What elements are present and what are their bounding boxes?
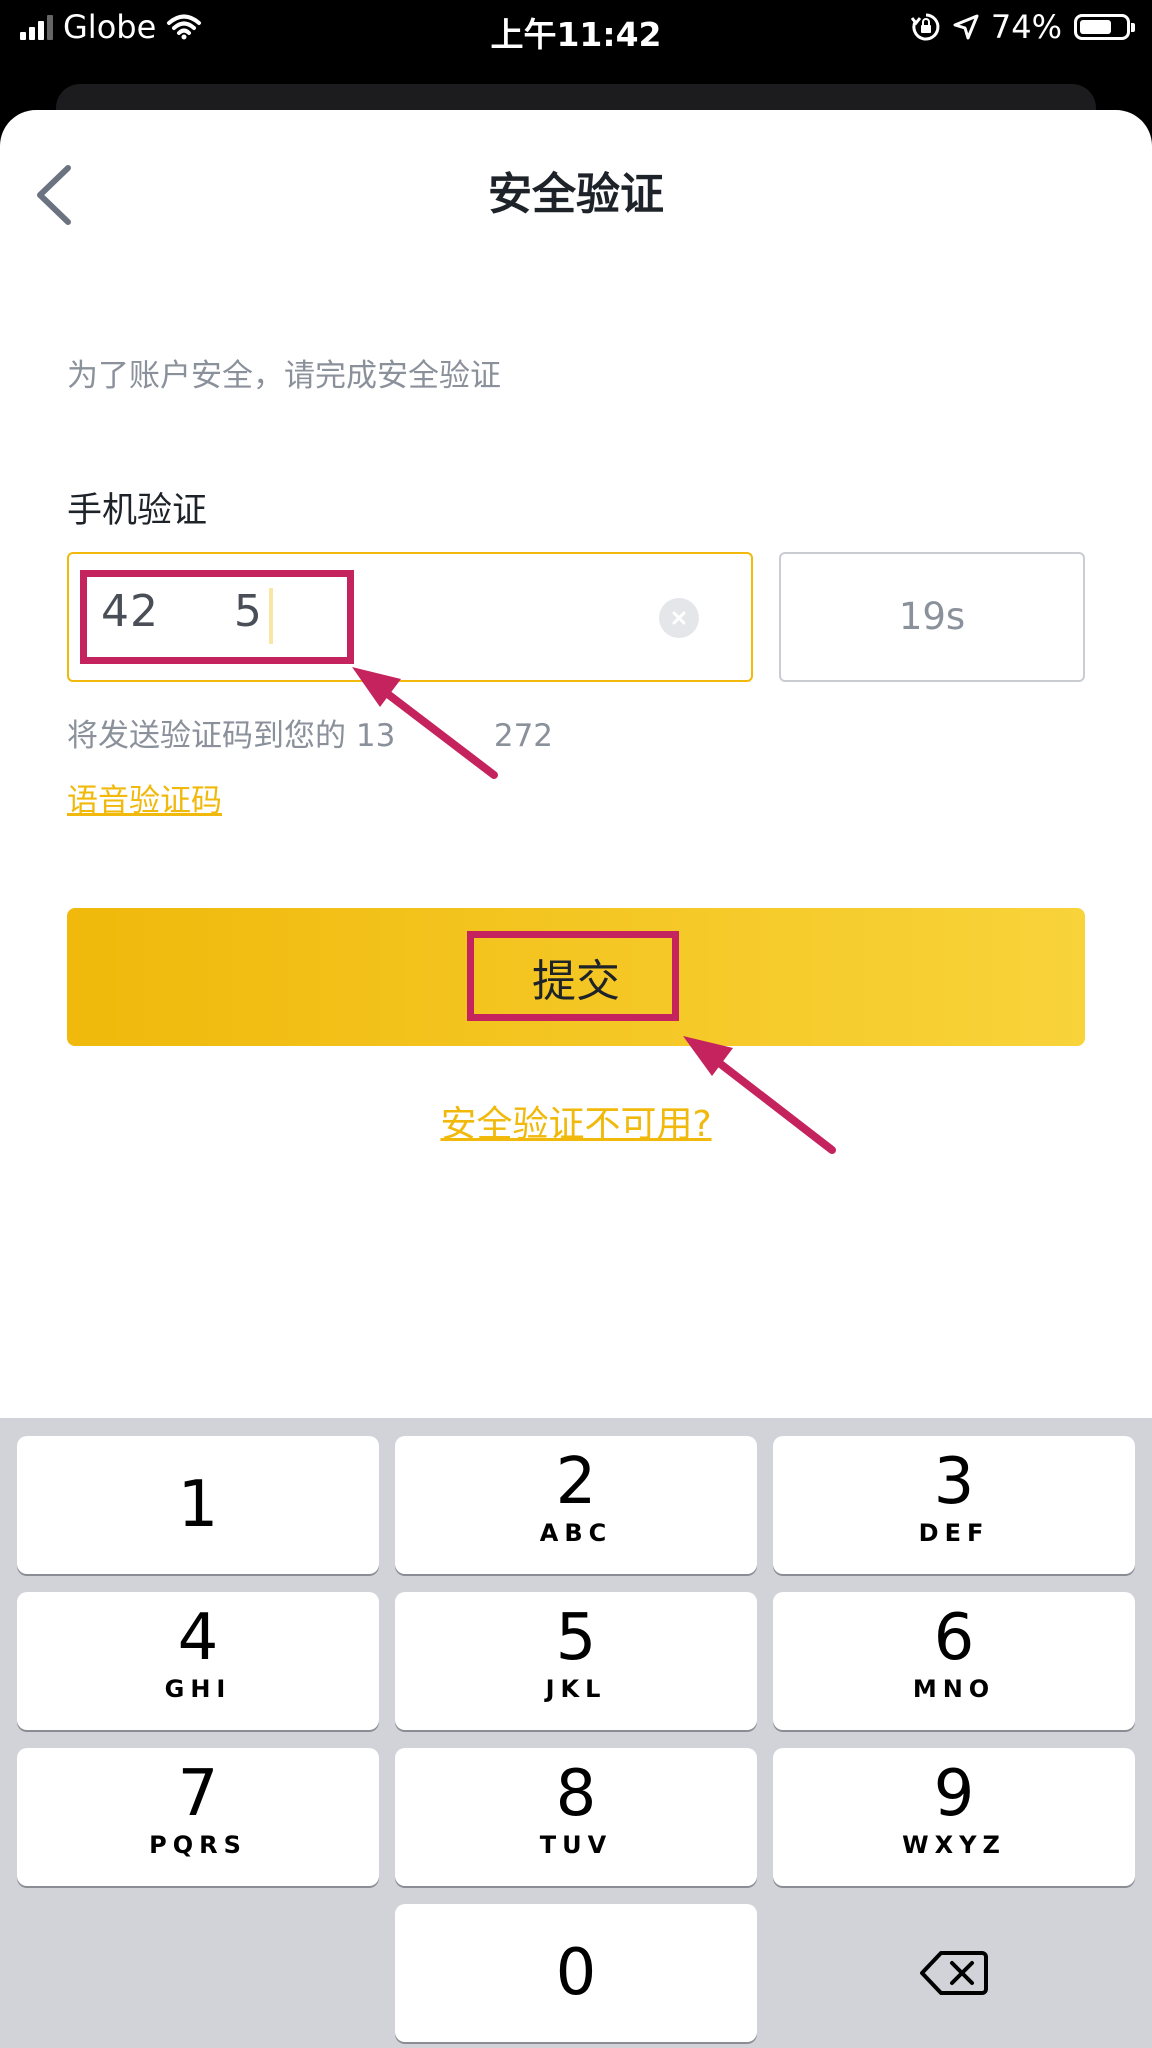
key-1[interactable]: 1 [17, 1436, 379, 1574]
subtitle: 为了账户安全，请完成安全验证 [67, 358, 501, 394]
key-3[interactable]: 3 DEF [773, 1436, 1135, 1574]
annotation-box-submit [467, 931, 679, 1021]
key-2[interactable]: 2 ABC [395, 1436, 757, 1574]
send-hint: 将发送验证码到您的 13 272 [67, 718, 554, 754]
key-7[interactable]: 7 PQRS [17, 1748, 379, 1886]
annotation-box-code [80, 570, 354, 664]
key-8[interactable]: 8 TUV [395, 1748, 757, 1886]
key-9[interactable]: 9 WXYZ [773, 1748, 1135, 1886]
backspace-key[interactable] [773, 1904, 1135, 2042]
battery-percent: 74% [990, 8, 1062, 46]
location-arrow-icon [953, 14, 979, 40]
clear-circle-icon [672, 611, 686, 625]
backspace-icon [920, 1951, 988, 1995]
numeric-keypad: 1 2 ABC 3 DEF 4 GHI 5 JKL 6 MNO 7 PQRS 8… [0, 1418, 1152, 2048]
status-bar: Globe 上午11:42 74% [0, 0, 1152, 60]
orientation-lock-icon [910, 13, 940, 41]
voice-code-link[interactable]: 语音验证码 [67, 775, 222, 820]
battery-icon [1074, 14, 1135, 40]
clear-input-button[interactable] [659, 598, 699, 638]
resend-countdown-button[interactable]: 19s [779, 552, 1085, 682]
key-4[interactable]: 4 GHI [17, 1592, 379, 1730]
phone-verification-label: 手机验证 [67, 491, 208, 531]
key-0[interactable]: 0 [395, 1904, 757, 2042]
page-title: 安全验证 [488, 169, 664, 220]
key-6[interactable]: 6 MNO [773, 1592, 1135, 1730]
verification-unavailable-link[interactable]: 安全验证不可用? [0, 1095, 1152, 1147]
key-5[interactable]: 5 JKL [395, 1592, 757, 1730]
status-right: 74% [910, 8, 1135, 46]
